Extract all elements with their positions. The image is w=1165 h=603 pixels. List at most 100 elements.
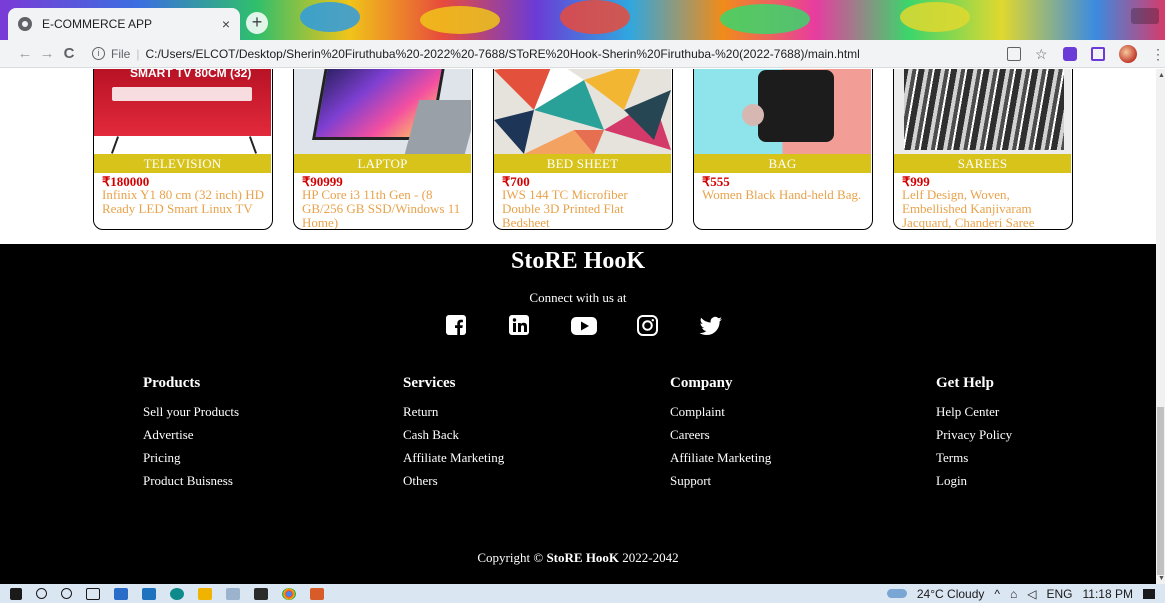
- youtube-icon[interactable]: [570, 314, 598, 338]
- footer-column-heading: Get Help: [936, 375, 994, 391]
- instagram-icon[interactable]: [636, 314, 660, 338]
- product-card[interactable]: SAREES ₹999 Lelf Design, Woven, Embellis…: [893, 69, 1073, 230]
- linkedin-icon[interactable]: [508, 314, 532, 338]
- wallpaper-splash: [560, 0, 630, 34]
- product-card[interactable]: BAG ₹555 Women Black Hand-held Bag.: [693, 69, 873, 230]
- product-category: SAREES: [894, 154, 1071, 173]
- tv-image-text: SMART TV 80CM (32): [130, 69, 252, 80]
- tray-chevron-icon[interactable]: ^: [994, 587, 1000, 601]
- chrome-icon[interactable]: [282, 587, 296, 600]
- footer-column-get-help: Get Help Help Center Privacy Policy Term…: [936, 375, 1012, 492]
- copyright: Copyright © StoRE HooK 2022-2042: [0, 550, 1156, 566]
- product-card[interactable]: LAPTOP ₹90999 HP Core i3 11th Gen - (8 G…: [293, 69, 473, 230]
- tab-e-commerce-app[interactable]: E-COMMERCE APP ×: [8, 8, 240, 40]
- notification-icon[interactable]: [1143, 588, 1155, 599]
- product-image: [694, 69, 871, 154]
- scroll-down-icon[interactable]: ▼: [1158, 574, 1165, 582]
- address-bar[interactable]: i File | C:/Users/ELCOT/Desktop/Sherin%2…: [86, 42, 996, 66]
- product-card[interactable]: SMART TV 80CM (32) TELEVISION ₹180000 In…: [93, 69, 273, 230]
- edge-icon[interactable]: [170, 587, 184, 600]
- wallpaper-splash: [900, 2, 970, 32]
- menu-icon[interactable]: ⋮: [1151, 47, 1165, 61]
- product-title[interactable]: HP Core i3 11th Gen - (8 GB/256 GB SSD/W…: [302, 188, 467, 230]
- tab-title: E-COMMERCE APP: [42, 17, 153, 31]
- notepad-icon[interactable]: [226, 587, 240, 600]
- forward-icon[interactable]: →: [36, 45, 58, 62]
- scroll-up-icon[interactable]: ▲: [1158, 71, 1165, 79]
- facebook-icon[interactable]: [445, 314, 469, 338]
- back-icon[interactable]: ←: [14, 45, 36, 62]
- side-panel-icon[interactable]: [1091, 46, 1105, 61]
- product-category: TELEVISION: [94, 154, 271, 173]
- mail-icon[interactable]: [142, 587, 156, 600]
- copyright-years: 2022-2042: [622, 550, 679, 565]
- browser-toolbar: ← → C i File | C:/Users/ELCOT/Desktop/Sh…: [0, 40, 1165, 68]
- cortana-icon[interactable]: [61, 588, 72, 599]
- product-title[interactable]: IWS 144 TC Microfiber Double 3D Printed …: [502, 188, 667, 230]
- profile-avatar[interactable]: [1119, 44, 1137, 63]
- window-controls[interactable]: [1131, 8, 1159, 24]
- page-viewport: SMART TV 80CM (32) TELEVISION ₹180000 In…: [0, 69, 1156, 584]
- weather-text[interactable]: 24°C Cloudy: [917, 587, 985, 601]
- browser-tab-strip: E-COMMERCE APP × +: [0, 0, 1165, 40]
- extensions-icon[interactable]: [1063, 46, 1077, 61]
- product-card[interactable]: BED SHEET ₹700 IWS 144 TC Microfiber Dou…: [493, 69, 673, 230]
- footer-column-services: Services Return Cash Back Affiliate Mark…: [403, 375, 504, 492]
- footer-link[interactable]: Support: [670, 469, 771, 492]
- product-title[interactable]: Infinix Y1 80 cm (32 inch) HD Ready LED …: [102, 188, 267, 216]
- bookmark-star-icon[interactable]: ☆: [1035, 47, 1049, 61]
- volume-icon[interactable]: ◁: [1027, 587, 1036, 601]
- footer-link[interactable]: Privacy Policy: [936, 423, 1012, 446]
- bag-pompom: [742, 104, 764, 126]
- address-url[interactable]: C:/Users/ELCOT/Desktop/Sherin%20Firuthub…: [145, 47, 859, 61]
- footer-link[interactable]: Complaint: [670, 400, 771, 423]
- footer-link[interactable]: Return: [403, 400, 504, 423]
- file-explorer-icon[interactable]: [198, 587, 212, 600]
- product-title[interactable]: Women Black Hand-held Bag.: [702, 188, 867, 202]
- address-separator: |: [136, 46, 140, 61]
- language-indicator[interactable]: ENG: [1047, 587, 1073, 601]
- twitter-icon[interactable]: [698, 314, 724, 338]
- new-tab-button[interactable]: +: [246, 12, 268, 34]
- wallpaper-splash: [300, 2, 360, 32]
- footer-link[interactable]: Advertise: [143, 423, 239, 446]
- footer-link[interactable]: Terms: [936, 446, 1012, 469]
- page-scrollbar[interactable]: ▲ ▼: [1156, 69, 1165, 584]
- footer-link[interactable]: Help Center: [936, 400, 1012, 423]
- footer-column-heading: Products: [143, 375, 201, 391]
- tab-close-icon[interactable]: ×: [222, 16, 230, 32]
- footer-link[interactable]: Affiliate Marketing: [403, 446, 504, 469]
- footer-link[interactable]: Login: [936, 469, 1012, 492]
- clock[interactable]: 11:18 PM: [1083, 587, 1133, 601]
- footer-link[interactable]: Product Buisness: [143, 469, 239, 492]
- footer-link[interactable]: Careers: [670, 423, 771, 446]
- product-category: BED SHEET: [494, 154, 671, 173]
- info-icon[interactable]: i: [92, 47, 105, 60]
- scrollbar-thumb[interactable]: [1157, 407, 1164, 575]
- footer-link[interactable]: Affiliate Marketing: [670, 446, 771, 469]
- footer-link[interactable]: Cash Back: [403, 423, 504, 446]
- wallpaper-splash: [420, 6, 500, 34]
- product-image: [294, 69, 471, 154]
- copyright-prefix: Copyright ©: [477, 550, 544, 565]
- windows-start-icon[interactable]: [10, 587, 22, 600]
- footer-brand: StoRE HooK: [510, 248, 645, 274]
- share-icon[interactable]: [1007, 46, 1021, 61]
- footer-column-heading: Services: [403, 375, 456, 391]
- system-tray: 24°C Cloudy ^ ⌂ ◁ ENG 11:18 PM: [886, 587, 1165, 601]
- footer-link[interactable]: Others: [403, 469, 504, 492]
- store-icon[interactable]: [114, 587, 128, 600]
- footer-link[interactable]: Pricing: [143, 446, 239, 469]
- footer-link[interactable]: Sell your Products: [143, 400, 239, 423]
- footer-column-company: Company Complaint Careers Affiliate Mark…: [670, 375, 771, 492]
- search-icon[interactable]: [36, 588, 47, 599]
- address-protocol: File: [111, 46, 131, 61]
- task-view-icon[interactable]: [86, 587, 100, 600]
- network-icon[interactable]: ⌂: [1010, 587, 1017, 601]
- reload-icon[interactable]: C: [58, 45, 80, 62]
- product-image: SMART TV 80CM (32): [94, 69, 271, 154]
- product-title[interactable]: Lelf Design, Woven, Embellished Kanjivar…: [902, 188, 1067, 230]
- sublime-icon[interactable]: [254, 587, 268, 600]
- windows-taskbar: 24°C Cloudy ^ ⌂ ◁ ENG 11:18 PM: [0, 584, 1165, 603]
- paint-icon[interactable]: [310, 587, 324, 600]
